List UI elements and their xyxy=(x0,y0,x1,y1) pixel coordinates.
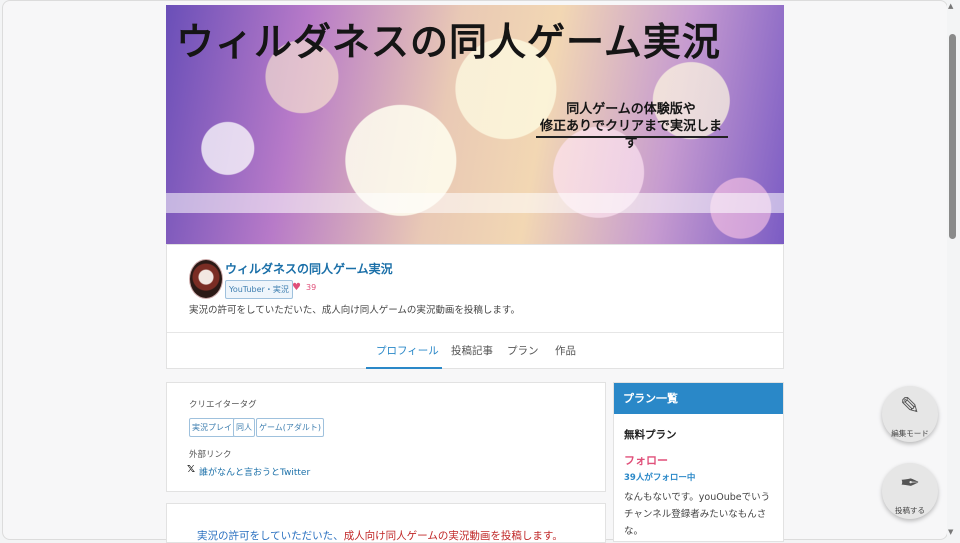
creator-name[interactable]: ウィルダネスの同人ゲーム実況 xyxy=(225,260,393,277)
post-button[interactable]: ✒ 投稿する xyxy=(882,463,938,519)
plan-list-card: プラン一覧 無料プラン フォロー 39人がフォロー中 なんもないです。youOu… xyxy=(613,382,784,542)
profile-description: 実況の許可をしていただいた、成人向け同人ゲームの実況動画を投稿します。 xyxy=(189,305,520,316)
banner-subtitle-line-2: 修正ありでクリアまで実況します xyxy=(539,119,722,151)
creator-tags-label: クリエイタータグ xyxy=(189,400,257,410)
heart-icon: ♥ xyxy=(292,282,301,293)
tag-chip[interactable]: 実況プレイ xyxy=(189,418,235,437)
twitter-link[interactable]: 誰がなんと言おうとTwitter xyxy=(199,465,310,478)
edit-mode-label: 編集モード xyxy=(891,429,929,438)
plan-name: 無料プラン xyxy=(624,429,677,441)
banner-stripe xyxy=(166,193,784,213)
scroll-down-arrow-icon[interactable]: ▼ xyxy=(948,528,953,536)
creator-tags-card: クリエイタータグ 実況プレイ 同人 ゲーム(アダルト) 外部リンク 𝕏 誰がなん… xyxy=(166,382,606,492)
banner-subtitle-line-1: 同人ゲームの体験版や xyxy=(566,102,696,117)
profile-body-text: 実況の許可をしていただいた、成人向け同人ゲームの実況動画を投稿します。 xyxy=(197,528,563,542)
tag-chip[interactable]: ゲーム(アダルト) xyxy=(256,418,325,437)
tab-plans[interactable]: プラン xyxy=(507,343,539,358)
external-links-label: 外部リンク xyxy=(189,450,232,460)
post-pen-icon: ✒ xyxy=(899,469,921,497)
tab-posts[interactable]: 投稿記事 xyxy=(451,343,493,358)
tag-chip[interactable]: 同人 xyxy=(233,418,255,437)
like-count: 39 xyxy=(306,283,317,292)
scrollbar-thumb[interactable] xyxy=(949,34,956,239)
banner-underline xyxy=(536,136,728,138)
post-label: 投稿する xyxy=(895,506,925,515)
banner-subtitle: 同人ゲームの体験版や 修正ありでクリアまで実況します xyxy=(536,101,726,152)
active-tab-indicator xyxy=(366,367,442,369)
profile-body-card: 実況の許可をしていただいた、成人向け同人ゲームの実況動画を投稿します。 xyxy=(166,503,606,543)
plan-list-header: プラン一覧 xyxy=(614,383,783,414)
header-banner: ウィルダネスの同人ゲーム実況 同人ゲームの体験版や 修正ありでクリアまで実況しま… xyxy=(166,5,784,244)
scroll-up-arrow-icon[interactable]: ▲ xyxy=(948,2,953,10)
tab-works[interactable]: 作品 xyxy=(555,343,576,358)
follow-button[interactable]: フォロー xyxy=(624,452,668,468)
body-text-part2: 成人向け同人ゲームの実況動画を投稿します。 xyxy=(343,530,563,542)
banner-title: ウィルダネスの同人ゲーム実況 xyxy=(176,20,721,64)
edit-icon: ✎ xyxy=(899,392,921,420)
x-logo-icon: 𝕏 xyxy=(187,464,196,475)
plan-description: なんもないです。youOubeでいうチャンネル登録者みたいなもんさな。 xyxy=(624,492,771,537)
tab-profile[interactable]: プロフィール xyxy=(376,343,439,358)
category-badge[interactable]: YouTuber・実況 xyxy=(225,280,293,299)
edit-mode-button[interactable]: ✎ 編集モード xyxy=(882,386,938,442)
follower-count: 39人がフォロー中 xyxy=(624,473,696,483)
profile-card: ウィルダネスの同人ゲーム実況 YouTuber・実況 ♥ 39 実況の許可をして… xyxy=(166,244,784,369)
body-text-part1: 実況の許可をしていただいた、 xyxy=(197,530,344,542)
profile-tabs: プロフィール 投稿記事 プラン 作品 xyxy=(167,332,783,370)
avatar[interactable] xyxy=(189,259,223,299)
